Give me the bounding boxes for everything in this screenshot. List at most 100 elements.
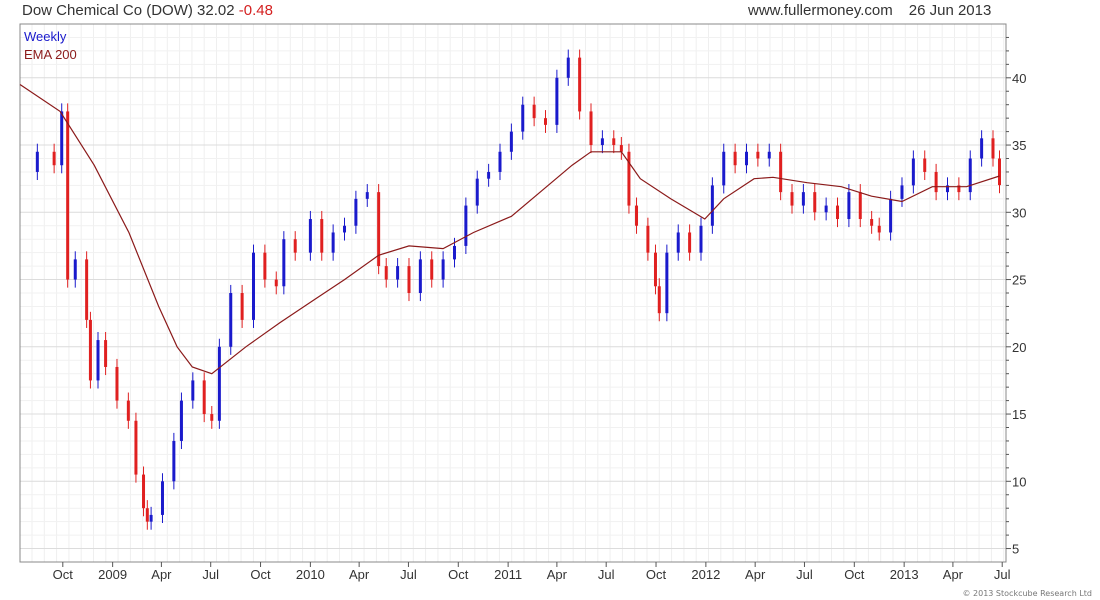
price-bar: [801, 192, 805, 206]
price-bar: [877, 225, 881, 233]
price-bar: [911, 158, 915, 186]
price-bar: [96, 340, 100, 381]
price-bar: [229, 293, 233, 347]
x-tick-label: 2009: [98, 567, 127, 582]
price-bar: [210, 414, 214, 421]
price-bar: [676, 232, 680, 253]
x-tick-label: 2012: [691, 567, 720, 582]
price-bar: [836, 205, 840, 220]
price-bar: [544, 118, 548, 125]
price-bar: [384, 266, 388, 280]
price-bar: [635, 205, 639, 226]
price-bar: [756, 151, 760, 159]
price-bar: [968, 158, 972, 193]
price-bar: [115, 366, 119, 401]
x-tick-label: Jul: [796, 567, 813, 582]
price-bar: [619, 145, 623, 152]
y-tick-label: 35: [1012, 138, 1026, 153]
price-bar: [149, 514, 153, 522]
price-bar: [441, 259, 445, 280]
price-bar: [343, 225, 347, 233]
copyright-note: © 2013 Stockcube Research Ltd: [962, 589, 1092, 598]
x-tick-label: Apr: [943, 567, 964, 582]
price-bar: [847, 192, 851, 220]
price-bar: [980, 138, 984, 159]
price-bar: [870, 219, 874, 226]
price-bar: [900, 185, 904, 199]
x-tick-label: 2010: [296, 567, 325, 582]
x-tick-label: Jul: [202, 567, 219, 582]
price-bar: [407, 266, 411, 293]
price-bar: [600, 138, 604, 146]
price-bar: [744, 151, 748, 166]
price-bar: [263, 252, 267, 280]
x-tick-label: Oct: [646, 567, 667, 582]
price-bar: [73, 259, 77, 280]
y-tick-label: 20: [1012, 340, 1026, 355]
price-bar: [134, 420, 138, 475]
price-bar: [430, 259, 434, 280]
price-bar: [475, 178, 479, 206]
x-tick-label: Apr: [745, 567, 766, 582]
price-bar: [858, 192, 862, 220]
price-bar: [612, 138, 616, 146]
price-bar: [627, 151, 631, 206]
price-bar: [354, 198, 358, 226]
price-bar: [104, 340, 108, 367]
price-bar: [464, 205, 468, 246]
y-tick-label: 15: [1012, 407, 1026, 422]
price-bar: [824, 205, 828, 213]
price-bar: [282, 239, 286, 287]
y-tick-label: 10: [1012, 474, 1026, 489]
price-bar: [52, 151, 56, 166]
price-bar: [934, 171, 938, 193]
x-tick-label: Oct: [250, 567, 271, 582]
price-bar: [60, 111, 64, 166]
price-bar: [790, 192, 794, 206]
price-bar: [767, 151, 771, 159]
price-bar: [88, 319, 92, 381]
y-tick-label: 25: [1012, 273, 1026, 288]
price-bar: [217, 346, 221, 421]
price-bar: [923, 158, 927, 172]
y-tick-label: 5: [1012, 542, 1019, 557]
legend-weekly: Weekly: [24, 29, 67, 44]
price-bar: [699, 225, 703, 253]
price-bar: [191, 380, 195, 401]
price-chart: 5 10 15 20 25 30 35 40 Oct 2009 Apr Jul Oct 2010 Apr Ju…: [19, 23, 1026, 582]
price-bar: [365, 192, 369, 199]
x-tick-label: Jul: [598, 567, 615, 582]
x-tick-label: Apr: [151, 567, 172, 582]
price-bar: [293, 239, 297, 253]
price-bar: [274, 279, 278, 287]
price-bar: [85, 259, 89, 320]
price-bar: [997, 158, 1001, 186]
price-bar: [657, 286, 661, 314]
price-bar: [889, 198, 893, 233]
price-bar: [722, 151, 726, 186]
price-bar: [509, 131, 513, 152]
price-bar: [688, 232, 692, 253]
price-bar: [521, 104, 525, 132]
price-bar: [589, 111, 593, 146]
price-bar: [35, 151, 39, 172]
price-bar: [418, 259, 422, 293]
price-bar: [251, 252, 255, 320]
price-bar: [733, 151, 737, 166]
price-bar: [555, 77, 559, 125]
price-bar: [532, 104, 536, 119]
price-bar: [653, 252, 657, 287]
price-bar: [991, 138, 995, 159]
x-tick-label: Oct: [448, 567, 469, 582]
price-bar: [665, 252, 669, 314]
x-tick-label: Oct: [844, 567, 865, 582]
y-tick-label: 40: [1012, 71, 1026, 86]
price-bar: [646, 225, 650, 253]
price-bar: [578, 57, 582, 112]
price-bar: [498, 151, 502, 172]
price-bar: [566, 57, 570, 78]
price-bar: [202, 380, 206, 415]
price-bar: [179, 400, 183, 441]
x-tick-label: 2011: [494, 567, 522, 582]
price-bar: [172, 440, 176, 482]
